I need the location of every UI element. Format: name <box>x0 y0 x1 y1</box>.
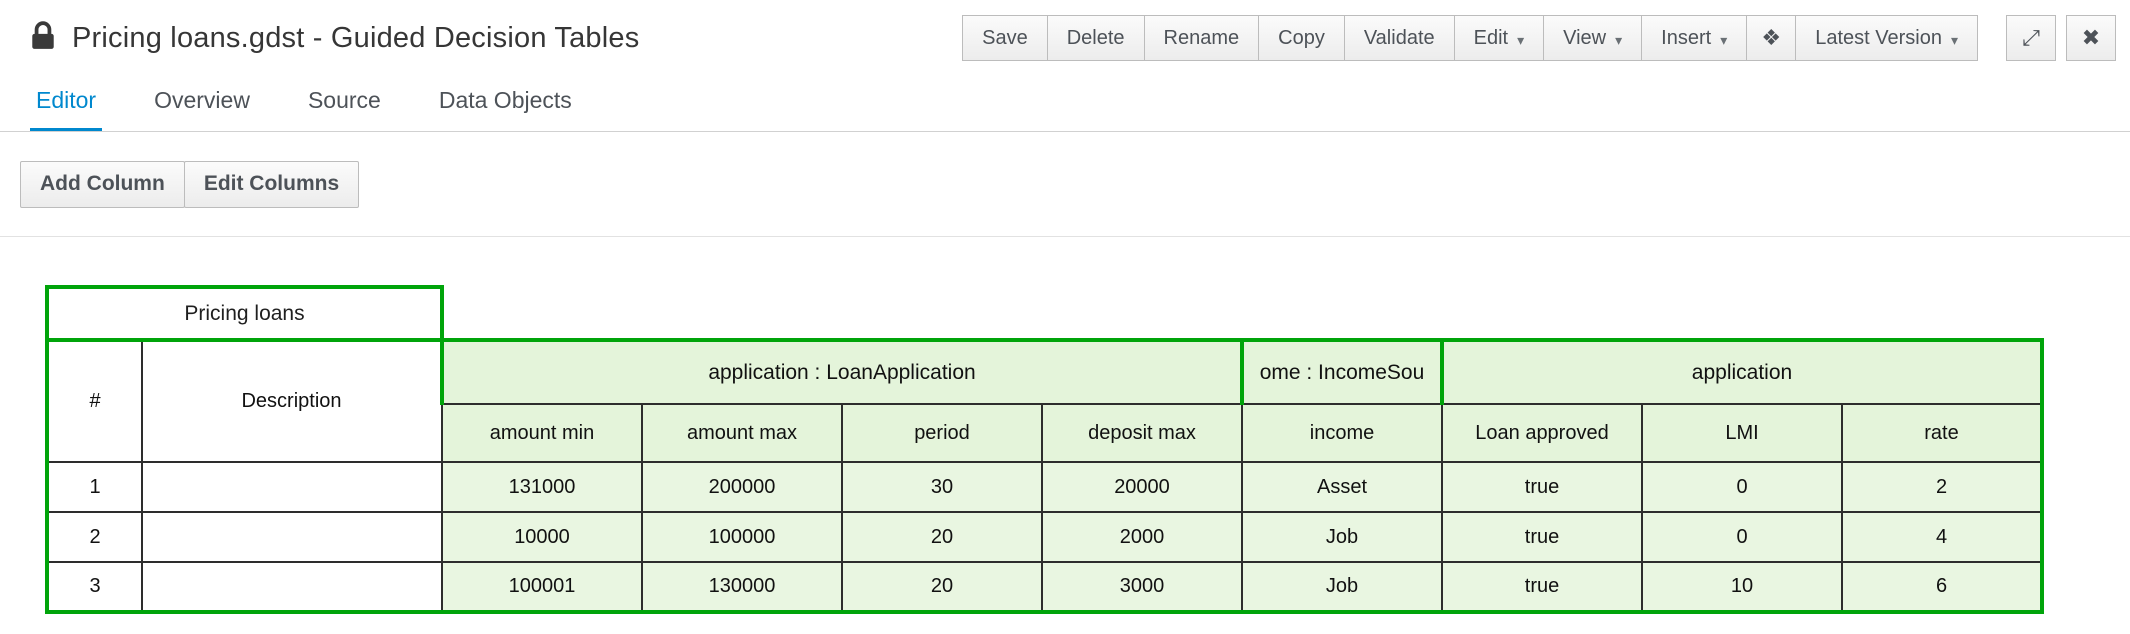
caret-down-icon: ▾ <box>1615 33 1622 47</box>
toolbar: Save Delete Rename Copy Validate Edit ▾ … <box>962 15 2116 61</box>
row-number-cell: 1 <box>47 462 142 512</box>
decision-table-title-tab[interactable]: Pricing loans <box>45 285 444 342</box>
app-window: Pricing loans.gdst - Guided Decision Tab… <box>0 0 2130 634</box>
data-cell[interactable]: 100000 <box>642 512 842 562</box>
table-row: 2 10000 100000 20 2000 Job true 0 4 <box>47 512 2042 562</box>
description-header: Description <box>142 340 442 462</box>
data-cell[interactable]: 3000 <box>1042 562 1242 612</box>
tab-editor[interactable]: Editor <box>30 87 102 131</box>
data-cell[interactable]: 0 <box>1642 462 1842 512</box>
description-cell[interactable] <box>142 562 442 612</box>
latest-version-dropdown[interactable]: Latest Version ▾ <box>1795 15 1978 61</box>
close-icon: ✖ <box>2082 25 2100 51</box>
column-header-income[interactable]: income <box>1242 404 1442 462</box>
column-header-lmi[interactable]: LMI <box>1642 404 1842 462</box>
pattern-header-incomesource[interactable]: ome : IncomeSou <box>1242 340 1442 404</box>
tab-data-objects[interactable]: Data Objects <box>433 87 578 131</box>
data-cell[interactable]: 130000 <box>642 562 842 612</box>
fullscreen-button[interactable]: ⤢ <box>2006 15 2056 61</box>
description-cell[interactable] <box>142 512 442 562</box>
column-header-rate[interactable]: rate <box>1842 404 2042 462</box>
tab-source[interactable]: Source <box>302 87 387 131</box>
data-cell[interactable]: Asset <box>1242 462 1442 512</box>
validate-button[interactable]: Validate <box>1344 15 1455 61</box>
close-button[interactable]: ✖ <box>2066 15 2116 61</box>
data-cell[interactable]: 6 <box>1842 562 2042 612</box>
data-cell[interactable]: 2000 <box>1042 512 1242 562</box>
shortcuts-button[interactable]: ❖ <box>1746 15 1796 61</box>
caret-down-icon: ▾ <box>1517 33 1524 47</box>
decision-table: # Description application : LoanApplicat… <box>45 338 2044 614</box>
view-dropdown[interactable]: View ▾ <box>1543 15 1642 61</box>
column-header-amount-min[interactable]: amount min <box>442 404 642 462</box>
data-cell[interactable]: 10000 <box>442 512 642 562</box>
data-cell[interactable]: true <box>1442 462 1642 512</box>
data-cell[interactable]: 20000 <box>1042 462 1242 512</box>
description-cell[interactable] <box>142 462 442 512</box>
table-row: 1 131000 200000 30 20000 Asset true 0 2 <box>47 462 2042 512</box>
column-header-loan-approved[interactable]: Loan approved <box>1442 404 1642 462</box>
page-title: Pricing loans.gdst - Guided Decision Tab… <box>72 22 639 55</box>
pattern-header-application[interactable]: application <box>1442 340 2042 404</box>
row-number-header: # <box>47 340 142 462</box>
data-cell[interactable]: true <box>1442 512 1642 562</box>
data-cell[interactable]: 100001 <box>442 562 642 612</box>
column-header-amount-max[interactable]: amount max <box>642 404 842 462</box>
edit-dropdown[interactable]: Edit ▾ <box>1454 15 1545 61</box>
editor-content: Pricing loans # Description application … <box>0 237 2130 614</box>
view-dropdown-label: View <box>1563 27 1606 50</box>
copy-button[interactable]: Copy <box>1258 15 1345 61</box>
column-header-deposit-max[interactable]: deposit max <box>1042 404 1242 462</box>
edit-dropdown-label: Edit <box>1474 27 1508 50</box>
titlebar: Pricing loans.gdst - Guided Decision Tab… <box>0 0 2130 76</box>
data-cell[interactable]: Job <box>1242 512 1442 562</box>
row-number-cell: 3 <box>47 562 142 612</box>
toolbar-button-group: Save Delete Rename Copy Validate Edit ▾ … <box>962 15 1978 61</box>
rename-button[interactable]: Rename <box>1144 15 1260 61</box>
group-header-row: # Description application : LoanApplicat… <box>47 340 2042 404</box>
row-number-cell: 2 <box>47 512 142 562</box>
data-cell[interactable]: 20 <box>842 562 1042 612</box>
column-header-period[interactable]: period <box>842 404 1042 462</box>
data-cell[interactable]: true <box>1442 562 1642 612</box>
delete-button[interactable]: Delete <box>1047 15 1145 61</box>
latest-version-label: Latest Version <box>1815 27 1942 50</box>
data-cell[interactable]: 2 <box>1842 462 2042 512</box>
fullscreen-icon: ⤢ <box>2022 25 2040 51</box>
save-button[interactable]: Save <box>962 15 1048 61</box>
caret-down-icon: ▾ <box>1720 33 1727 47</box>
column-actions-group: Add Column Edit Columns <box>20 161 359 208</box>
data-cell[interactable]: 200000 <box>642 462 842 512</box>
lock-icon <box>30 21 56 56</box>
data-cell[interactable]: 4 <box>1842 512 2042 562</box>
add-column-button[interactable]: Add Column <box>20 161 185 208</box>
data-cell[interactable]: Job <box>1242 562 1442 612</box>
data-cell[interactable]: 20 <box>842 512 1042 562</box>
title-area: Pricing loans.gdst - Guided Decision Tab… <box>30 21 639 56</box>
table-row: 3 100001 130000 20 3000 Job true 10 6 <box>47 562 2042 612</box>
shortcuts-icon: ❖ <box>1761 25 1781 51</box>
tab-overview[interactable]: Overview <box>148 87 256 131</box>
data-cell[interactable]: 0 <box>1642 512 1842 562</box>
caret-down-icon: ▾ <box>1951 33 1958 47</box>
actions-bar: Add Column Edit Columns <box>0 132 2130 237</box>
data-cell[interactable]: 131000 <box>442 462 642 512</box>
insert-dropdown-label: Insert <box>1661 27 1711 50</box>
edit-columns-button[interactable]: Edit Columns <box>184 161 359 208</box>
data-cell[interactable]: 30 <box>842 462 1042 512</box>
tab-bar: Editor Overview Source Data Objects <box>0 76 2130 132</box>
insert-dropdown[interactable]: Insert ▾ <box>1641 15 1747 61</box>
data-cell[interactable]: 10 <box>1642 562 1842 612</box>
decision-table-title: Pricing loans <box>184 302 304 326</box>
pattern-header-loanapplication[interactable]: application : LoanApplication <box>442 340 1242 404</box>
